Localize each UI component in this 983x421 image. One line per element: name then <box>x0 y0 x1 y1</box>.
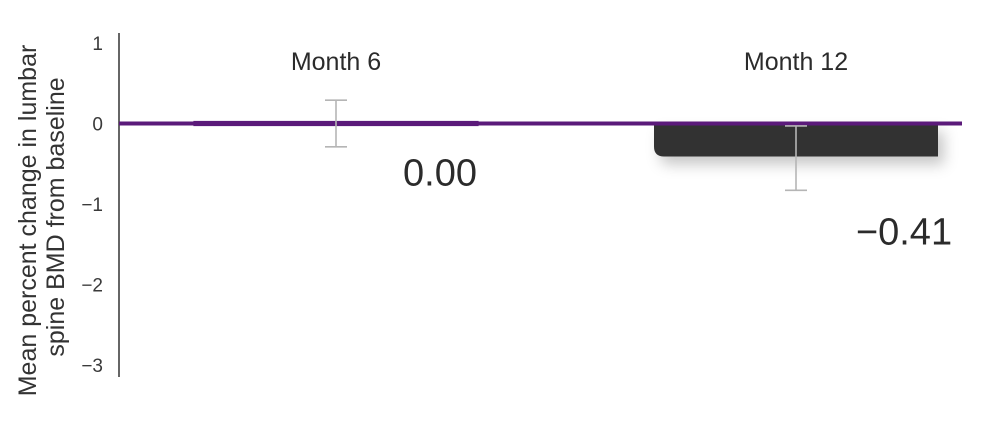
value-label: 0.00 <box>403 153 477 195</box>
category-labels: Month 6 Month 12 <box>291 48 848 76</box>
value-labels: 0.00 −0.41 <box>403 153 952 254</box>
y-tick-label: −3 <box>81 356 103 377</box>
bars <box>193 120 938 157</box>
y-axis-label-line-2: spine BMD from baseline <box>42 77 70 356</box>
y-axis-label: Mean percent change in lumbar spine BMD … <box>14 38 70 397</box>
value-label: −0.41 <box>856 212 952 254</box>
category-label: Month 6 <box>291 48 381 76</box>
y-tick-label: 1 <box>92 34 103 55</box>
y-tick-label: −2 <box>81 276 103 297</box>
y-axis-label-line-1: Mean percent change in lumbar <box>14 45 42 397</box>
y-tick-label: −1 <box>81 195 103 216</box>
y-tick-label: 0 <box>92 115 103 136</box>
category-label: Month 12 <box>744 48 848 76</box>
bmd-change-chart: Mean percent change in lumbar spine BMD … <box>14 33 962 397</box>
y-ticks: 1 0 −1 −2 −3 <box>81 34 103 377</box>
